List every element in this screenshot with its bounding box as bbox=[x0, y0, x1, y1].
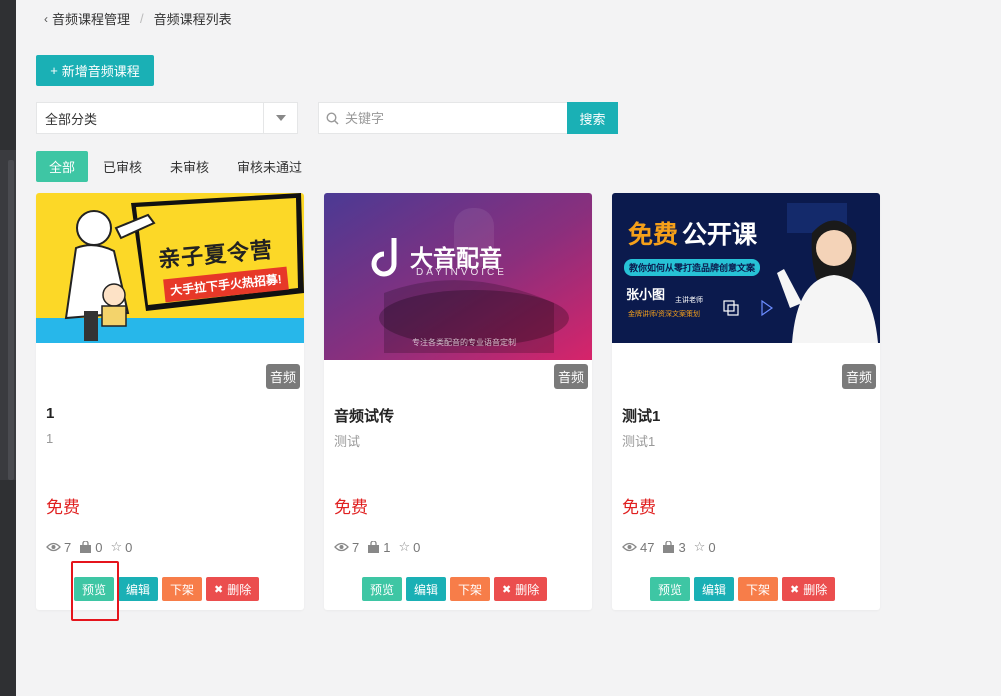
main-content: ‹ 音频课程管理 / 音频课程列表 + 新增音频课程 全部分类 搜索 全部 已审… bbox=[16, 0, 1001, 696]
course-price: 免费 bbox=[334, 498, 368, 517]
star-icon: ☆ bbox=[398, 539, 411, 554]
course-cover-image[interactable]: 大音配音 DAYINVOICE 专注各类配音的专业语音定制 bbox=[324, 193, 592, 360]
stars-stat: ☆ 0 bbox=[110, 539, 132, 555]
eye-icon bbox=[334, 542, 349, 552]
left-sidebar-edge bbox=[0, 0, 16, 696]
delete-label: 删除 bbox=[515, 582, 540, 597]
tab-all[interactable]: 全部 bbox=[36, 151, 89, 182]
cover-course-desc: 教你如何从零打造品牌创意文案 bbox=[624, 259, 761, 276]
close-icon: ✖ bbox=[214, 583, 224, 596]
course-stats: 7 1 ☆ 0 bbox=[334, 539, 428, 555]
purchases-count: 0 bbox=[95, 539, 103, 555]
delete-button[interactable]: ✖ 删除 bbox=[494, 577, 548, 601]
type-badge: 音频 bbox=[553, 364, 588, 389]
stars-stat: ☆ 0 bbox=[398, 539, 420, 555]
card-actions: 预览 编辑 下架 ✖ 删除 bbox=[362, 577, 551, 601]
purchases-stat: 1 bbox=[367, 540, 390, 555]
eye-icon bbox=[622, 542, 637, 552]
category-select[interactable]: 全部分类 bbox=[36, 102, 298, 134]
delete-button[interactable]: ✖ 删除 bbox=[206, 577, 260, 601]
card-actions: 预览 编辑 下架 ✖ 删除 bbox=[74, 577, 263, 601]
star-icon: ☆ bbox=[693, 539, 706, 554]
course-title: 1 bbox=[46, 405, 55, 422]
course-title: 音频试传 bbox=[334, 408, 395, 425]
offline-button[interactable]: 下架 bbox=[738, 577, 779, 601]
course-price: 免费 bbox=[622, 498, 656, 517]
chevron-left-icon[interactable]: ‹ bbox=[44, 12, 48, 26]
views-count: 7 bbox=[352, 539, 360, 555]
preview-button[interactable]: 预览 bbox=[362, 577, 403, 601]
cover-teacher-name: 张小图 bbox=[626, 287, 666, 302]
course-cover-image[interactable]: 亲子夏令营 大手拉下手火热招募! bbox=[36, 193, 304, 343]
course-card: 免费 公开课 教你如何从零打造品牌创意文案 张小图 主讲老师 金牌讲师/资深文案策… bbox=[612, 193, 880, 610]
shopping-bag-icon bbox=[80, 540, 92, 553]
course-subtitle: 1 bbox=[46, 431, 54, 446]
course-stats: 47 3 ☆ 0 bbox=[622, 539, 724, 555]
edit-button[interactable]: 编辑 bbox=[694, 577, 735, 601]
offline-button[interactable]: 下架 bbox=[162, 577, 203, 601]
search-box bbox=[318, 102, 568, 134]
tab-unreviewed[interactable]: 未审核 bbox=[157, 151, 222, 182]
star-icon: ☆ bbox=[110, 539, 123, 554]
tab-rejected[interactable]: 审核未通过 bbox=[224, 151, 315, 182]
breadcrumb: ‹ 音频课程管理 / 音频课程列表 bbox=[44, 9, 232, 28]
views-stat: 7 bbox=[334, 540, 359, 555]
status-tabs: 全部 已审核 未审核 审核未通过 bbox=[36, 151, 317, 182]
cover-teacher-title: 金牌讲师/资深文案策划 bbox=[628, 311, 700, 318]
course-title: 测试1 bbox=[622, 408, 661, 425]
shopping-bag-icon bbox=[368, 540, 380, 553]
type-badge: 音频 bbox=[265, 364, 300, 389]
tab-approved[interactable]: 已审核 bbox=[90, 151, 155, 182]
stars-count: 0 bbox=[125, 539, 133, 555]
delete-label: 删除 bbox=[227, 582, 252, 597]
edit-button[interactable]: 编辑 bbox=[406, 577, 447, 601]
offline-button[interactable]: 下架 bbox=[450, 577, 491, 601]
views-count: 7 bbox=[64, 539, 72, 555]
delete-button[interactable]: ✖ 删除 bbox=[782, 577, 836, 601]
course-price: 免费 bbox=[46, 498, 80, 517]
category-select-value: 全部分类 bbox=[45, 111, 98, 127]
scrollbar[interactable] bbox=[8, 160, 14, 480]
cover-free-text: 免费 公开课 bbox=[628, 221, 758, 249]
plus-icon: + bbox=[50, 63, 58, 78]
add-audio-course-button[interactable]: + 新增音频课程 bbox=[36, 55, 154, 86]
preview-button[interactable]: 预览 bbox=[650, 577, 691, 601]
card-actions: 预览 编辑 下架 ✖ 删除 bbox=[650, 577, 839, 601]
close-icon: ✖ bbox=[790, 583, 800, 596]
shopping-bag-icon bbox=[663, 540, 675, 553]
course-stats: 7 0 ☆ 0 bbox=[46, 539, 140, 555]
cover-teacher-role: 主讲老师 bbox=[675, 297, 703, 304]
breadcrumb-separator: / bbox=[140, 11, 144, 26]
course-subtitle: 测试1 bbox=[622, 434, 656, 449]
purchases-stat: 0 bbox=[79, 540, 102, 555]
delete-label: 删除 bbox=[803, 582, 828, 597]
edit-button[interactable]: 编辑 bbox=[118, 577, 159, 601]
breadcrumb-current: 音频课程列表 bbox=[153, 12, 232, 27]
purchases-stat: 3 bbox=[662, 539, 686, 555]
search-button[interactable]: 搜索 bbox=[567, 102, 618, 134]
stars-stat: ☆ 0 bbox=[694, 539, 716, 555]
preview-button[interactable]: 预览 bbox=[74, 577, 115, 601]
search-input[interactable] bbox=[345, 110, 567, 126]
course-card: 大音配音 DAYINVOICE 专注各类配音的专业语音定制 音频 音频试传 测试… bbox=[324, 193, 592, 610]
caret-down-icon[interactable] bbox=[263, 103, 297, 133]
add-button-label: 新增音频课程 bbox=[61, 64, 140, 79]
purchases-count: 3 bbox=[678, 539, 686, 555]
stars-count: 0 bbox=[708, 539, 716, 555]
course-cover-image[interactable]: 免费 公开课 教你如何从零打造品牌创意文案 张小图 主讲老师 金牌讲师/资深文案策… bbox=[612, 193, 880, 343]
views-count: 47 bbox=[640, 539, 655, 555]
eye-icon bbox=[46, 542, 61, 552]
type-badge: 音频 bbox=[841, 364, 876, 389]
close-icon: ✖ bbox=[502, 583, 512, 596]
breadcrumb-parent[interactable]: 音频课程管理 bbox=[52, 9, 130, 28]
search-icon bbox=[319, 111, 345, 125]
course-card: 亲子夏令营 大手拉下手火热招募! 音频 1 1 免费 7 0 ☆ 0 预览 编辑… bbox=[36, 193, 304, 610]
views-stat: 47 bbox=[622, 540, 654, 555]
views-stat: 7 bbox=[46, 540, 71, 555]
stars-count: 0 bbox=[413, 539, 421, 555]
cover-brand-sub: DAYINVOICE bbox=[416, 267, 507, 278]
purchases-count: 1 bbox=[383, 539, 391, 555]
course-subtitle: 测试 bbox=[334, 434, 361, 449]
cover-tagline: 专注各类配音的专业语音定制 bbox=[412, 338, 516, 347]
